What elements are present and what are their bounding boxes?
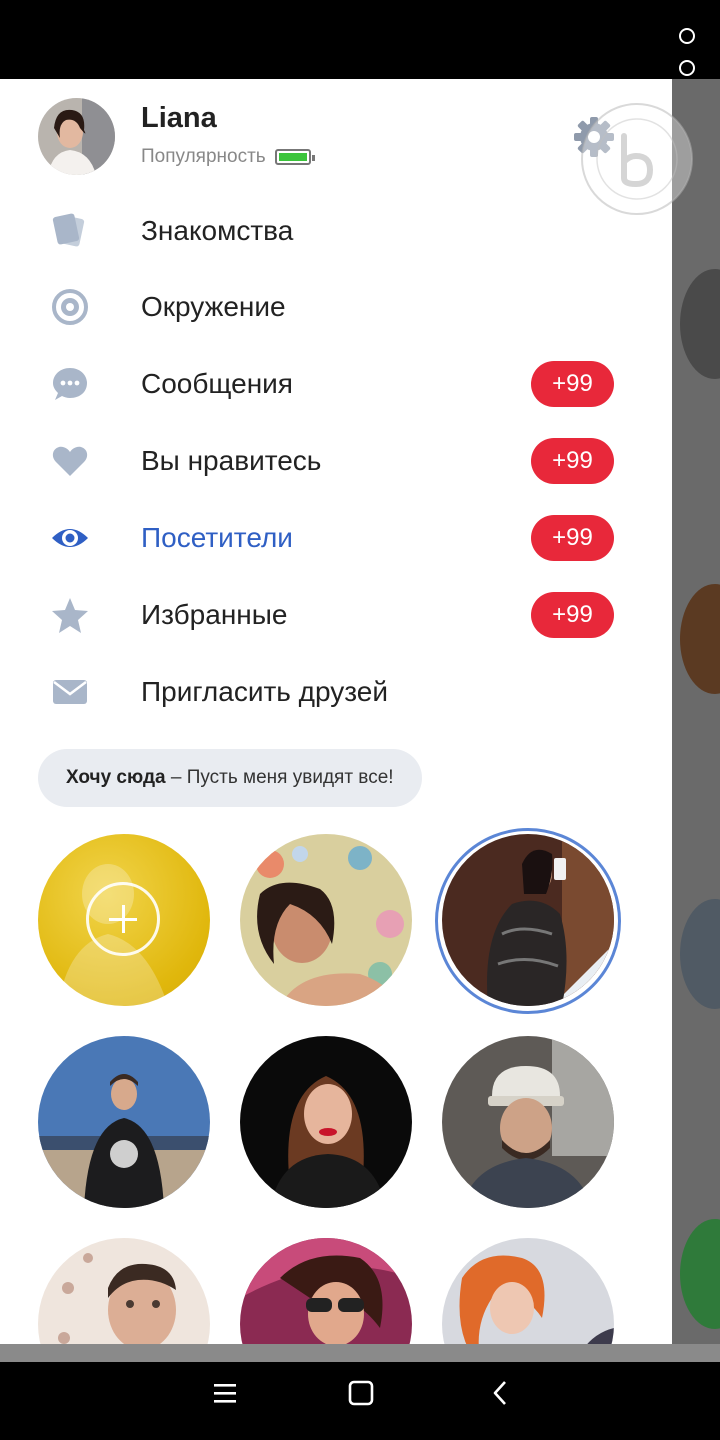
menu-item-label: Посетители bbox=[141, 522, 293, 553]
menu-item-label: Окружение bbox=[141, 291, 286, 322]
selected-photo-ring bbox=[435, 828, 621, 1014]
menu-item-label: Знакомства bbox=[141, 215, 294, 246]
plus-icon bbox=[86, 882, 160, 956]
menu-item-label: Пригласить друзей bbox=[141, 676, 389, 707]
back-icon[interactable] bbox=[477, 1379, 521, 1409]
menu-icon[interactable] bbox=[203, 1379, 247, 1409]
menu-item-label: Сообщения bbox=[141, 368, 293, 399]
profile-avatar[interactable] bbox=[38, 98, 115, 175]
spotlight-separator: – bbox=[165, 767, 187, 788]
target-icon bbox=[50, 287, 90, 327]
status-dot-icon bbox=[679, 28, 695, 44]
menu-item-label: Вы нравитесь bbox=[141, 445, 322, 476]
chat-bubble-icon bbox=[50, 364, 90, 404]
heart-icon bbox=[50, 441, 90, 481]
spotlight-photo[interactable] bbox=[240, 1036, 412, 1208]
battery-icon bbox=[274, 149, 315, 165]
messages-count-badge: +99 bbox=[531, 361, 614, 407]
envelope-icon bbox=[50, 672, 90, 712]
cards-icon bbox=[50, 211, 90, 251]
menu-item-messages[interactable]: Сообщения +99 bbox=[0, 354, 672, 414]
menu-item-favourites[interactable]: Избранные +99 bbox=[0, 585, 672, 645]
menu-item-label: Избранные bbox=[141, 599, 288, 630]
menu-item-invite-friends[interactable]: Пригласить друзей bbox=[0, 662, 672, 722]
top-black-bar bbox=[0, 0, 720, 79]
spotlight-photo[interactable] bbox=[240, 834, 412, 1006]
menu-item-visitors[interactable]: Посетители +99 bbox=[0, 508, 672, 568]
home-icon[interactable] bbox=[339, 1379, 383, 1409]
content-dim-overlay[interactable] bbox=[672, 79, 720, 1344]
profile-name[interactable]: Liana bbox=[141, 102, 217, 135]
popularity-indicator[interactable]: Популярность bbox=[141, 146, 315, 168]
star-icon bbox=[50, 595, 90, 635]
add-photo-button[interactable] bbox=[38, 834, 210, 1006]
status-dot-icon bbox=[679, 60, 695, 76]
menu-item-people-nearby[interactable]: Окружение bbox=[0, 277, 672, 337]
spotlight-photo[interactable] bbox=[38, 1036, 210, 1208]
spotlight-photo[interactable] bbox=[442, 1036, 614, 1208]
popularity-label: Популярность bbox=[141, 146, 266, 167]
favourites-count-badge: +99 bbox=[531, 592, 614, 638]
spotlight-title: Хочу сюда bbox=[66, 767, 166, 788]
eye-icon bbox=[50, 518, 90, 558]
spotlight-text: Пусть меня увидят все! bbox=[186, 767, 394, 788]
spotlight-banner[interactable]: Хочу сюда – Пусть меня увидят все! bbox=[38, 749, 422, 807]
visitors-count-badge: +99 bbox=[531, 515, 614, 561]
menu-item-encounters[interactable]: Знакомства bbox=[0, 201, 672, 261]
bottom-gray-strip bbox=[0, 1344, 720, 1362]
menu-item-liked-you[interactable]: Вы нравитесь +99 bbox=[0, 431, 672, 491]
liked-you-count-badge: +99 bbox=[531, 438, 614, 484]
